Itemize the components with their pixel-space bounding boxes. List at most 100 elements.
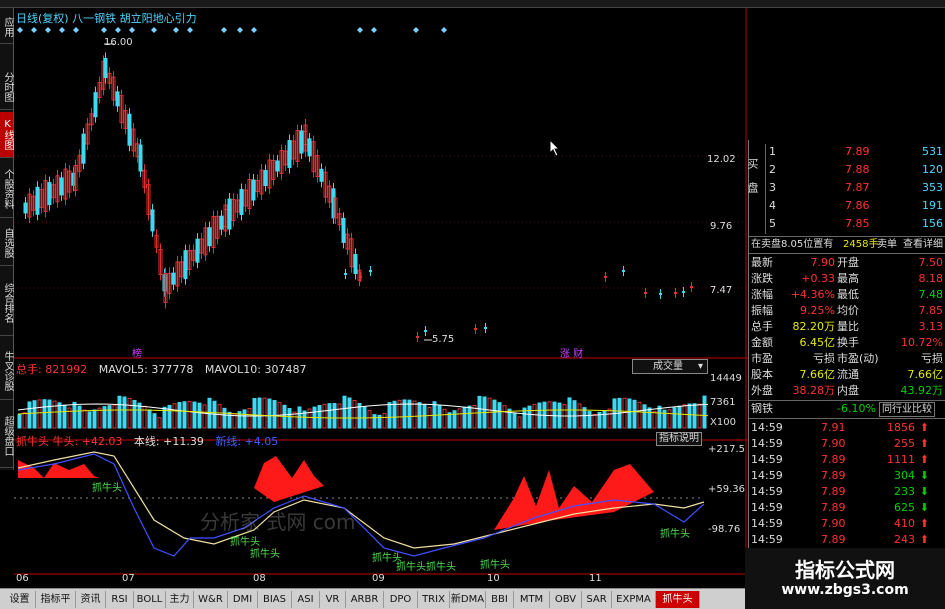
tab-4[interactable]: BOLL — [134, 591, 166, 608]
tool-super-panel[interactable]: 超级盘口 — [0, 404, 13, 468]
tick-time: 14:59 — [751, 469, 783, 482]
view-detail-button[interactable]: 查看详细 — [903, 237, 943, 253]
tab-12[interactable]: DPO — [384, 591, 418, 608]
bid-order-row: 1 7.89 531 — [749, 144, 945, 160]
volume-bar — [497, 402, 502, 429]
bid-volume: 120 — [922, 163, 943, 176]
tab-16[interactable]: MTM — [514, 591, 550, 608]
volume-bar — [672, 407, 677, 429]
stat-label: 总手 — [751, 320, 773, 333]
signal-diamond-icon — [237, 27, 243, 33]
volume-bar — [217, 404, 222, 429]
tick-price: 7.89 — [821, 501, 846, 514]
tab-9[interactable]: ASI — [292, 591, 320, 608]
sell-note-row: 在卖盘8.05位置有 2458手 卖单 查看详细 — [749, 237, 945, 253]
tool-apps[interactable]: 应用 — [0, 10, 13, 44]
volume-bar — [332, 402, 337, 429]
stat-value: 6.45亿 — [799, 336, 836, 349]
x-axis-label: 11 — [589, 573, 602, 584]
mouse-cursor-icon — [549, 139, 561, 157]
stat-value: 10.72% — [901, 336, 943, 349]
indicator-dropdown[interactable]: 成交量 ▾ — [632, 359, 708, 374]
signal-diamond-icon — [59, 27, 65, 33]
candle-body — [239, 189, 244, 215]
volume-bar — [17, 414, 22, 429]
tool-diagnose[interactable]: 牛叉诊股 — [0, 342, 13, 400]
tab-11[interactable]: ARBR — [346, 591, 384, 608]
tab-18[interactable]: SAR — [582, 591, 612, 608]
candle-body — [227, 198, 232, 230]
tool-kline[interactable]: K线图 — [0, 112, 13, 158]
industry-row: 钢铁 -6.10% 同行业比较 — [749, 401, 945, 417]
tick-price: 7.90 — [821, 437, 846, 450]
bid-level: 5 — [769, 217, 776, 230]
tab-15[interactable]: BBI — [486, 591, 514, 608]
quote-panel: 买 盘 1 7.89 531 2 7.88 120 3 7.87 353 4 7.86 191 5 7.8… — [746, 140, 945, 548]
tab-13[interactable]: TRIX — [418, 591, 450, 608]
candle-body — [307, 138, 312, 157]
indicator-help-button[interactable]: 指标说明 — [656, 432, 702, 446]
tab-2[interactable]: 资讯 — [76, 591, 106, 608]
sell-order-button[interactable]: 卖单 — [877, 237, 897, 253]
volume-bar — [122, 396, 127, 429]
price-axis-label: 9.76 — [710, 221, 733, 232]
tool-watchlist[interactable]: 自选股 — [0, 220, 13, 266]
tool-ranking[interactable]: 综合排名 — [0, 270, 13, 336]
volume-bar — [52, 400, 57, 429]
tab-1[interactable]: 指标平台 — [36, 591, 76, 608]
candle-body — [127, 113, 132, 146]
tab-20[interactable]: 抓牛头 — [656, 591, 700, 608]
arrow-up-icon: ⬆ — [919, 421, 929, 434]
tab-7[interactable]: DMI — [228, 591, 258, 608]
tab-5[interactable]: 主力 — [166, 591, 194, 608]
tick-volume: 243 — [894, 533, 915, 546]
stat-value: 7.66亿 — [799, 368, 836, 381]
event-marker[interactable]: 涨 财 — [560, 345, 583, 360]
vol-ma5: MAVOL5: 377778 — [98, 363, 194, 376]
tool-profile[interactable]: 个股资料 — [0, 160, 13, 218]
signal-diamond-icon — [187, 27, 193, 33]
tab-0[interactable]: 设置 — [4, 591, 36, 608]
volume-bar — [272, 399, 277, 429]
tab-3[interactable]: RSI — [106, 591, 134, 608]
tab-17[interactable]: OBV — [550, 591, 582, 608]
signal-diamond-icon — [17, 27, 23, 33]
industry-name[interactable]: 钢铁 — [751, 401, 773, 417]
bid-order-row: 2 7.88 120 — [749, 162, 945, 178]
compare-industry-button[interactable]: 同行业比较 — [879, 402, 935, 417]
volume-bar — [177, 402, 182, 429]
volume-bar — [132, 399, 137, 429]
x-axis-label: 10 — [487, 573, 500, 584]
stat-value: 7.66亿 — [907, 368, 944, 381]
stat-label: 最低 — [837, 288, 859, 301]
indicator-legend: 抓牛头 牛头: +42.03 本线: +11.39 新线: +4.05 — [16, 433, 278, 449]
quote-stat-row: 金额 6.45亿 换手 10.72% — [749, 335, 945, 351]
volume-bar — [197, 402, 202, 429]
kline-chart-area[interactable] — [14, 8, 748, 588]
volume-bar — [477, 395, 482, 429]
candle-body — [93, 92, 98, 118]
stat-value: 7.50 — [918, 256, 944, 269]
event-marker[interactable]: 榜 — [132, 345, 142, 360]
top-menu-strip — [0, 0, 945, 8]
volume-bar — [442, 408, 447, 429]
vol-axis-label: 14449 — [710, 373, 742, 384]
stat-label: 量比 — [837, 320, 859, 333]
volume-bar — [187, 401, 192, 429]
stat-label: 金额 — [751, 336, 773, 349]
tab-14[interactable]: 新DMA — [450, 591, 486, 608]
volume-bar — [117, 395, 122, 429]
signal-label: 抓牛头 — [92, 483, 122, 494]
stat-label: 振幅 — [751, 304, 773, 317]
tab-10[interactable]: VR — [320, 591, 346, 608]
tab-8[interactable]: BIAS — [258, 591, 292, 608]
tool-timeshare[interactable]: 分时图 — [0, 64, 13, 110]
candle-body — [251, 179, 256, 201]
tab-19[interactable]: EXPMA — [612, 591, 656, 608]
tick-price: 7.89 — [821, 453, 846, 466]
candle-body — [219, 215, 224, 230]
tab-6[interactable]: W&R — [194, 591, 228, 608]
tick-row: 14:59 7.89 625 ⬇ — [749, 500, 945, 516]
stat-label: 涨幅 — [751, 288, 773, 301]
vol-axis-label: X100 — [710, 417, 736, 428]
